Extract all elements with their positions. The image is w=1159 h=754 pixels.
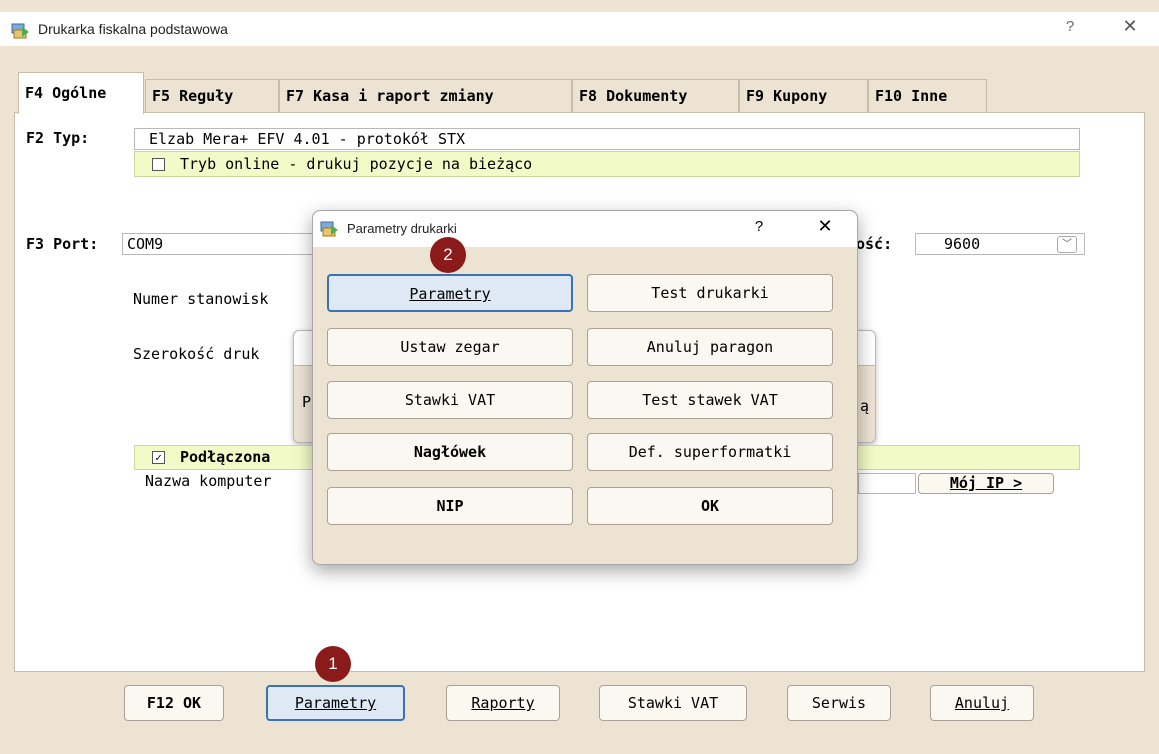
- my-ip-button[interactable]: Mój IP >: [918, 473, 1054, 494]
- port-label: F3 Port:: [26, 235, 99, 253]
- tab-coupons[interactable]: F9 Kupony: [739, 79, 868, 113]
- step-marker-2: 2: [430, 237, 466, 273]
- parameters-button[interactable]: Parametry: [266, 685, 405, 721]
- reports-button-label: Raporty: [471, 694, 535, 712]
- dialog-ok-button[interactable]: OK: [587, 487, 833, 525]
- online-mode-label: Tryb online - drukuj pozycje na bieżąco: [180, 155, 533, 173]
- dialog-test-printer-button[interactable]: Test drukarki: [587, 274, 833, 312]
- connected-checkbox[interactable]: ✓: [152, 451, 165, 464]
- print-width-label: Szerokość druk: [133, 345, 260, 363]
- computer-name-label: Nazwa komputer: [145, 472, 272, 490]
- ok-button[interactable]: F12 OK: [124, 685, 224, 721]
- background-dialog-text-left: P: [302, 393, 312, 411]
- dialog-parameters-label: Parametry: [409, 285, 491, 303]
- tab-other[interactable]: F10 Inne: [868, 79, 987, 113]
- online-mode-checkbox[interactable]: [152, 158, 165, 171]
- dialog-cancel-receipt-button[interactable]: Anuluj paragon: [587, 328, 833, 366]
- background-dialog-text-right: ą: [860, 397, 870, 415]
- reports-button[interactable]: Raporty: [446, 685, 560, 721]
- dialog-nip-button[interactable]: NIP: [327, 487, 573, 525]
- cancel-button-label: Anuluj: [954, 694, 1010, 712]
- cancel-button[interactable]: Anuluj: [930, 685, 1034, 721]
- my-ip-label: Mój IP >: [949, 474, 1023, 492]
- help-button[interactable]: ?: [1055, 18, 1085, 42]
- dialog-set-clock-button[interactable]: Ustaw zegar: [327, 328, 573, 366]
- tab-general[interactable]: F4 Ogólne: [18, 72, 144, 114]
- dialog-superformat-button[interactable]: Def. superformatki: [587, 433, 833, 471]
- port-field[interactable]: COM9: [122, 233, 322, 255]
- dialog-header-button[interactable]: Nagłówek: [327, 433, 573, 471]
- connected-label: Podłączona: [180, 448, 271, 466]
- workstation-label: Numer stanowisk: [133, 290, 269, 308]
- close-button[interactable]: ✕: [1115, 16, 1145, 42]
- dialog-parameters-button[interactable]: Parametry: [327, 274, 573, 312]
- printer-dialog-icon: [320, 221, 338, 237]
- dialog-help-button[interactable]: ?: [749, 218, 769, 235]
- type-label: F2 Typ:: [26, 129, 90, 147]
- service-button[interactable]: Serwis: [787, 685, 891, 721]
- chevron-down-icon[interactable]: ﹀: [1057, 236, 1077, 253]
- tab-rules[interactable]: F5 Reguły: [145, 79, 279, 113]
- printer-parameters-dialog: Parametry drukarki ? ✕ Parametry Test dr…: [312, 210, 858, 565]
- window-title: Drukarka fiskalna podstawowa: [38, 21, 228, 37]
- dialog-close-button[interactable]: ✕: [813, 216, 837, 237]
- dialog-vat-rates-button[interactable]: Stawki VAT: [327, 381, 573, 419]
- tab-cash-shift-report[interactable]: F7 Kasa i raport zmiany: [279, 79, 572, 113]
- printer-type-field[interactable]: Elzab Mera+ EFV 4.01 - protokół STX: [134, 128, 1080, 150]
- tab-documents[interactable]: F8 Dokumenty: [572, 79, 739, 113]
- speed-label: ość:: [856, 235, 893, 253]
- computer-name-field[interactable]: [858, 473, 916, 494]
- dialog-test-vat-button[interactable]: Test stawek VAT: [587, 381, 833, 419]
- vat-rates-button[interactable]: Stawki VAT: [599, 685, 747, 721]
- parameters-button-label: Parametry: [294, 694, 377, 712]
- step-marker-1: 1: [315, 646, 351, 682]
- dialog-title: Parametry drukarki: [347, 221, 457, 236]
- printer-app-icon: [11, 23, 29, 39]
